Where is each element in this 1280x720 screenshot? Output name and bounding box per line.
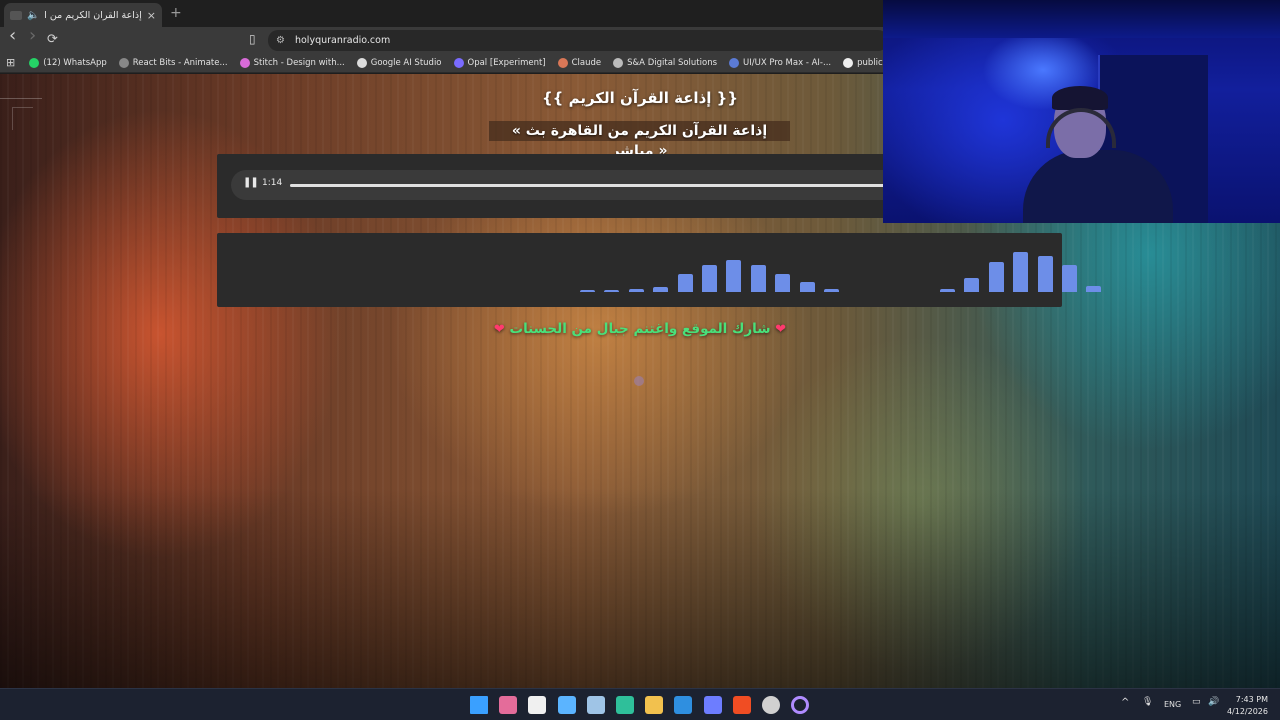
opal-icon [453,57,464,68]
visualizer-bar [653,287,668,292]
address-bar[interactable]: ⚙ holyquranradio.com [268,30,888,51]
bookmark-icon[interactable]: ▯ [249,32,256,46]
apps-grid-icon[interactable]: ⊞ [6,56,15,69]
share-message: ❤ شارك الموقع واغتنم جبال من الحسنات ❤ [0,321,1280,337]
visualizer-bar [964,278,979,292]
speaker-icon[interactable]: 🔈 [27,10,39,21]
claude-icon [557,57,568,68]
uiux-icon [729,57,740,68]
heart-icon: ❤ [493,322,505,337]
visualizer-bar [580,290,595,292]
discord-icon[interactable] [704,696,722,714]
visualizer-bar [775,274,790,292]
bookmark-item[interactable]: UI/UX Pro Max - AI-... [729,57,832,68]
reactbits-icon [118,57,129,68]
bookmark-label: React Bits - Animate... [132,57,228,68]
visualizer-bar [1086,286,1101,292]
visualizer-bar [940,289,955,292]
edge-icon[interactable] [616,696,634,714]
bookmark-label: (12) WhatsApp [43,57,107,68]
bookmark-item[interactable]: Opal [Experiment] [453,57,546,68]
bookmark-item[interactable]: S&A Digital Solutions [613,57,718,68]
bookmark-label: UI/UX Pro Max - AI-... [743,57,832,68]
system-clock[interactable]: 7:43 PM 4/12/2026 [1227,694,1268,718]
stitch-icon [239,57,250,68]
bookmark-label: Stitch - Design with... [253,57,345,68]
heart-icon: ❤ [775,322,787,337]
visualizer-bar [678,274,693,292]
pause-button[interactable]: ❚❚ [243,177,259,188]
brave-icon[interactable] [733,696,751,714]
network-icon[interactable]: ▭ [1192,697,1201,707]
elapsed-time: 1:14 [262,178,283,188]
visualizer-bar [604,290,619,292]
bookmark-item[interactable]: Google AI Studio [356,57,442,68]
clock-date: 4/12/2026 [1226,707,1268,716]
visualizer-bars [217,233,1101,307]
tray-overflow-icon[interactable]: ^ [1121,697,1129,708]
bookmark-item[interactable]: React Bits - Animate... [118,57,228,68]
webcam-person-hair [1052,86,1108,110]
notepad-icon[interactable] [558,696,576,714]
close-tab-icon[interactable]: × [147,9,156,22]
store-icon[interactable] [528,696,546,714]
volume-icon[interactable]: 🔊 [1208,697,1219,707]
audio-visualizer [217,233,1101,307]
visualizer-bar [824,289,839,292]
tab-title: إذاعة القرآن الكريم من القاهرة [44,9,142,21]
cortana-icon[interactable] [791,696,809,714]
bookmark-label: Opal [Experiment] [467,57,546,68]
mouse-cursor [634,376,644,386]
forward-button[interactable]: › [29,27,36,45]
windows-taskbar: ^ 🎙 ENG ▭ 🔊 7:43 PM 4/12/2026 [0,688,1280,720]
url-text: holyquranradio.com [294,35,391,46]
share-text: شارك الموقع واغتنم جبال من الحسنات [509,321,771,337]
bookmark-item[interactable]: Claude [557,57,602,68]
github-icon [843,57,854,68]
new-tab-button[interactable]: + [170,5,182,21]
aistudio-icon [356,57,367,68]
visualizer-bar [1013,252,1028,292]
visualizer-bar [726,260,741,292]
steam-icon[interactable] [587,696,605,714]
file-explorer-icon[interactable] [645,696,663,714]
clock-time: 7:43 PM [1235,695,1268,704]
webcam-background-shelf [883,0,1280,38]
visualizer-bar [1062,265,1077,292]
webcam-overlay [883,0,1280,223]
globe-icon [613,57,624,68]
page-subtitle: « إذاعة القرآن الكريم من القاهرة بث مباش… [489,121,790,159]
bookmark-label: Google AI Studio [370,57,442,68]
whatsapp-icon [29,57,40,68]
visualizer-bar [800,282,815,292]
visualizer-bar [1038,256,1053,292]
windows-start-icon[interactable] [470,696,488,714]
microphone-icon[interactable]: 🎙 [1142,697,1153,707]
site-info-icon[interactable]: ⚙ [276,35,285,46]
bookmark-label: Claude [571,57,602,68]
back-button[interactable]: ‹ [9,27,16,45]
visualizer-bar [629,289,644,292]
bookmark-item[interactable]: Stitch - Design with... [239,57,345,68]
chrome-icon[interactable] [762,696,780,714]
vscode-icon[interactable] [674,696,692,714]
visualizer-bar [989,262,1004,292]
bookmark-label: S&A Digital Solutions [627,57,718,68]
visualizer-bar [702,265,717,292]
browser-tab[interactable]: 🔈 إذاعة القرآن الكريم من القاهرة × [4,3,162,27]
reload-button[interactable]: ⟳ [47,32,58,48]
visualizer-bar [751,265,766,292]
tab-favicon-icon [10,10,22,20]
copilot-icon[interactable] [499,696,517,714]
language-indicator[interactable]: ENG [1164,700,1181,709]
bookmark-item[interactable]: (12) WhatsApp [29,57,107,68]
